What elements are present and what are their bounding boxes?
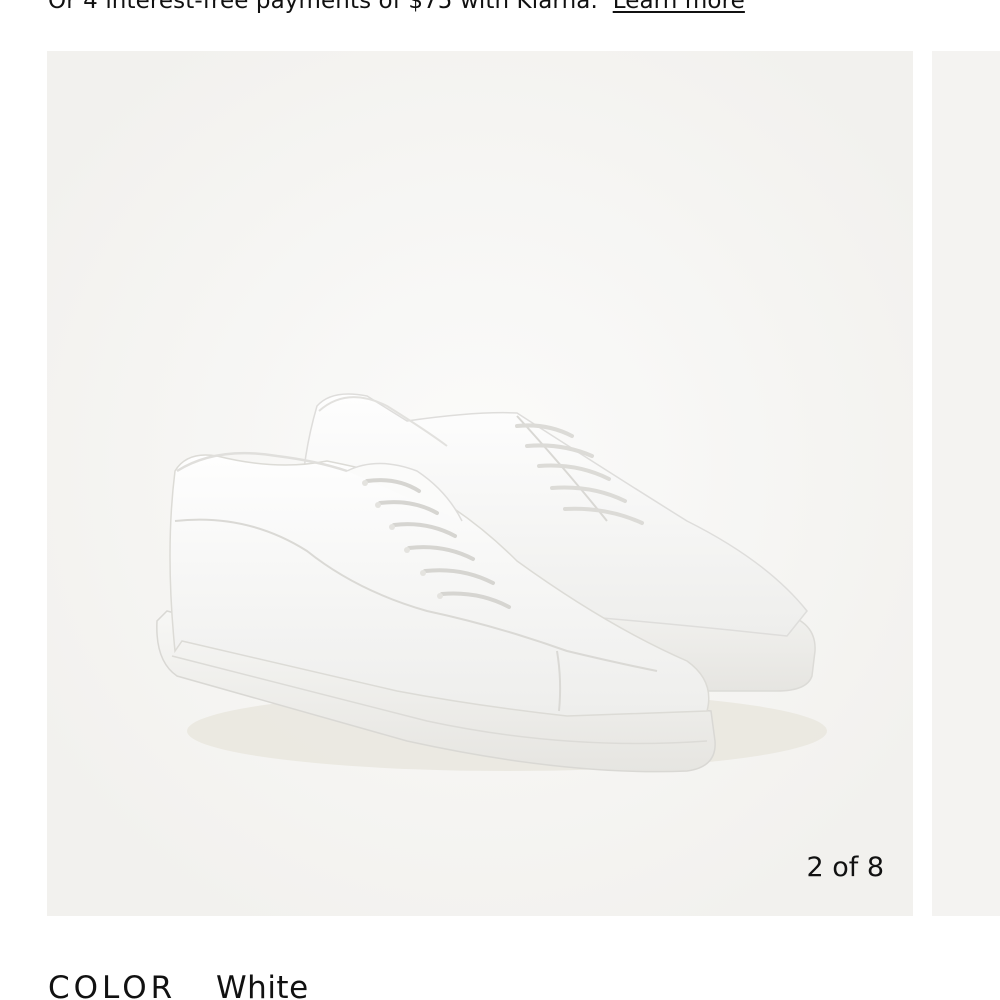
gallery-counter: 2 of 8 <box>806 852 884 883</box>
klarna-payment-text: Or 4 interest-free payments of $75 with … <box>48 0 598 14</box>
sneaker-product-image <box>47 51 913 916</box>
klarna-payment-note: Or 4 interest-free payments of $75 with … <box>48 0 745 16</box>
product-image-gallery[interactable]: 2 of 8 <box>47 51 913 916</box>
product-page: Or 4 interest-free payments of $75 with … <box>0 0 1000 1000</box>
learn-more-link[interactable]: Learn more <box>613 0 745 14</box>
color-selector-row: COLOR White <box>48 968 309 1000</box>
color-label: COLOR <box>48 970 177 1000</box>
selected-color-value: White <box>216 970 309 1000</box>
next-gallery-image-peek[interactable] <box>932 51 1000 916</box>
